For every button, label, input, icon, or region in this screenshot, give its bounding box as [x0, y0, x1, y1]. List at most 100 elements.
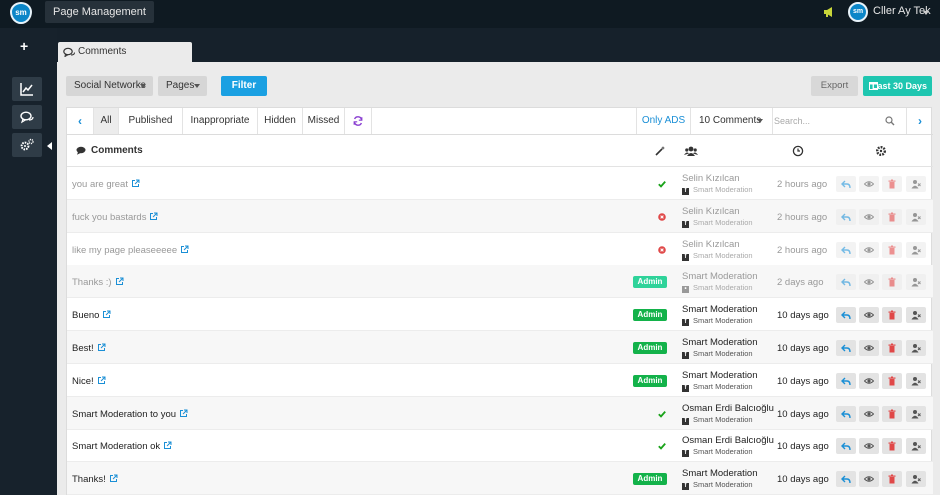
external-link-icon[interactable] [180, 245, 189, 254]
external-link-icon[interactable] [97, 343, 106, 352]
reply-button[interactable] [836, 176, 856, 192]
external-link-icon[interactable] [102, 310, 111, 319]
author-source: f Smart Moderation [682, 316, 753, 327]
author-name[interactable]: Smart Moderation [682, 370, 758, 381]
ban-user-button[interactable] [906, 405, 926, 422]
author-name[interactable]: Smart Moderation [682, 304, 758, 315]
comment-text-label: Nice! [72, 375, 94, 387]
ban-user-button[interactable] [906, 438, 926, 455]
comments-count-select[interactable]: 10 Comments [691, 108, 773, 134]
user-avatar[interactable]: sm [848, 2, 868, 22]
external-link-icon[interactable] [131, 179, 140, 188]
sidebar-item-settings[interactable] [12, 133, 42, 157]
sidebar-item-analytics[interactable] [12, 77, 42, 101]
delete-button[interactable] [882, 405, 902, 422]
reply-button[interactable] [836, 405, 856, 422]
chevron-down-icon [194, 84, 200, 88]
tab-comments[interactable]: Comments [58, 42, 192, 62]
filter-button[interactable]: Filter [221, 76, 267, 96]
ban-user-button[interactable] [906, 176, 926, 192]
reply-button[interactable] [836, 372, 856, 389]
add-button[interactable]: + [20, 38, 28, 54]
delete-button[interactable] [882, 274, 902, 291]
external-link-icon[interactable] [97, 376, 106, 385]
author-name[interactable]: Smart Moderation [682, 271, 758, 282]
hide-button[interactable] [859, 274, 879, 291]
external-link-icon[interactable] [115, 277, 124, 286]
refresh-button[interactable] [345, 108, 372, 134]
social-networks-dropdown[interactable]: Social Networks [66, 76, 153, 96]
external-link-icon[interactable] [109, 474, 118, 483]
pages-dropdown[interactable]: Pages [158, 76, 207, 96]
reply-icon [841, 475, 851, 484]
ban-user-button[interactable] [906, 208, 926, 225]
author-name[interactable]: Selin Kızılcan [682, 206, 740, 217]
prev-arrow-icon[interactable]: ‹ [67, 108, 94, 134]
sync-icon [353, 116, 363, 126]
reply-button[interactable] [836, 438, 856, 455]
external-link-icon[interactable] [179, 409, 188, 418]
trash-icon [888, 310, 896, 320]
ban-user-button[interactable] [906, 274, 926, 291]
hide-button[interactable] [859, 438, 879, 455]
reply-button[interactable] [836, 340, 856, 356]
table-row: Best! Admin Smart Moderation f Smart Moderat… [67, 331, 933, 364]
only-ads-toggle[interactable]: Only ADS [636, 108, 691, 134]
ban-user-button[interactable] [906, 340, 926, 356]
hide-button[interactable] [859, 405, 879, 422]
search-icon[interactable] [885, 116, 895, 126]
delete-button[interactable] [882, 438, 902, 455]
reply-button[interactable] [836, 241, 856, 258]
author-name[interactable]: Osman Erdi Balcıoğlu [682, 435, 774, 446]
ban-user-button[interactable] [906, 471, 926, 488]
author-name[interactable]: Selin Kızılcan [682, 239, 740, 250]
hide-button[interactable] [859, 176, 879, 192]
hide-button[interactable] [859, 307, 879, 324]
search-input[interactable] [774, 112, 892, 130]
tab-missed[interactable]: Missed [303, 108, 345, 134]
hide-button[interactable] [859, 471, 879, 488]
author-name[interactable]: Selin Kızılcan [682, 173, 740, 184]
hide-button[interactable] [859, 340, 879, 356]
hide-button[interactable] [859, 241, 879, 258]
tab-all[interactable]: All [94, 108, 119, 134]
hide-button[interactable] [859, 208, 879, 225]
page-management-button[interactable]: Page Management [45, 1, 154, 23]
tab-hidden[interactable]: Hidden [258, 108, 303, 134]
reply-button[interactable] [836, 274, 856, 291]
delete-button[interactable] [882, 340, 902, 356]
tab-inappropriate[interactable]: Inappropriate [183, 108, 258, 134]
app-logo[interactable]: sm [10, 2, 32, 24]
comments-icon [76, 146, 86, 155]
delete-button[interactable] [882, 372, 902, 389]
ban-user-button[interactable] [906, 241, 926, 258]
external-link-icon[interactable] [149, 212, 158, 221]
sidebar-item-comments[interactable] [12, 105, 42, 129]
megaphone-icon[interactable] [823, 6, 835, 18]
delete-button[interactable] [882, 307, 902, 324]
delete-button[interactable] [882, 208, 902, 225]
chevron-down-icon[interactable] [923, 11, 929, 15]
main-panel: Social Networks Pages Filter Export Last… [57, 62, 940, 495]
author-name[interactable]: Smart Moderation [682, 337, 758, 348]
author-name[interactable]: Smart Moderation [682, 468, 758, 479]
tab-published[interactable]: Published [119, 108, 183, 134]
reply-button[interactable] [836, 208, 856, 225]
next-arrow-icon[interactable]: › [906, 108, 933, 134]
ban-user-button[interactable] [906, 372, 926, 389]
source-label: Smart Moderation [693, 414, 753, 424]
admin-badge: Admin [633, 342, 667, 354]
delete-button[interactable] [882, 241, 902, 258]
author-name[interactable]: Osman Erdi Balcıoğlu [682, 403, 774, 414]
hide-button[interactable] [859, 372, 879, 389]
date-range-button[interactable]: Last 30 Days [863, 76, 932, 96]
external-link-icon[interactable] [163, 441, 172, 450]
sidebar: + [0, 28, 57, 495]
delete-button[interactable] [882, 471, 902, 488]
check-icon [658, 443, 666, 451]
reply-button[interactable] [836, 307, 856, 324]
export-button[interactable]: Export [811, 76, 858, 96]
reply-button[interactable] [836, 471, 856, 488]
ban-user-button[interactable] [906, 307, 926, 324]
delete-button[interactable] [882, 176, 902, 192]
